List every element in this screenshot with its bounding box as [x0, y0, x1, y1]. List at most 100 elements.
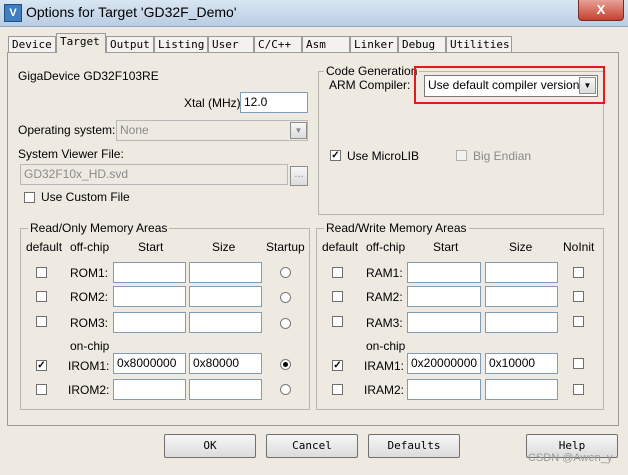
irom1-start-input[interactable]: 0x8000000 — [113, 353, 186, 374]
iram2-noinit-checkbox[interactable] — [573, 384, 584, 395]
ram2-start-input[interactable] — [407, 286, 481, 307]
watermark: CSDN @Awen_y — [528, 452, 613, 464]
irom1-label: IROM1: — [68, 359, 110, 373]
ram2-noinit-checkbox[interactable] — [573, 291, 584, 302]
iram1-default-checkbox[interactable]: ✓ — [332, 360, 343, 371]
iram2-start-input[interactable] — [407, 379, 481, 400]
irom2-start-input[interactable] — [113, 379, 186, 400]
tab-asm[interactable]: Asm — [302, 36, 350, 52]
use-microlib-label: Use MicroLIB — [347, 149, 420, 163]
os-label: Operating system: — [18, 123, 116, 137]
big-endian-label: Big Endian — [473, 149, 532, 163]
rom2-startup-radio[interactable] — [280, 292, 291, 303]
ram-header-size: Size — [509, 240, 533, 254]
irom2-startup-radio[interactable] — [280, 384, 291, 395]
close-button[interactable]: X — [578, 0, 624, 21]
iram1-size-input[interactable]: 0x10000 — [485, 353, 558, 374]
rom-onchip-label: on-chip — [70, 339, 110, 353]
ram-header-start: Start — [433, 240, 459, 254]
rom3-default-checkbox[interactable] — [36, 316, 47, 327]
rom1-size-input[interactable] — [189, 262, 262, 283]
ram3-noinit-checkbox[interactable] — [573, 316, 584, 327]
ram1-start-input[interactable] — [407, 262, 481, 283]
iram1-start-input[interactable]: 0x20000000 — [407, 353, 481, 374]
rom-header-start: Start — [138, 240, 164, 254]
iram1-noinit-checkbox[interactable] — [573, 358, 584, 369]
irom1-size-input[interactable]: 0x80000 — [189, 353, 262, 374]
ram3-label: RAM3: — [366, 316, 403, 330]
use-microlib-checkbox[interactable]: ✓ — [330, 150, 341, 161]
rom3-label: ROM3: — [70, 316, 109, 330]
rom-header-size: Size — [212, 240, 236, 254]
use-custom-file-label: Use Custom File — [41, 190, 130, 204]
rom3-start-input[interactable] — [113, 312, 186, 333]
rom-group-label: Read/Only Memory Areas — [28, 221, 170, 235]
svd-file-field[interactable]: GD32F10x_HD.svd — [20, 164, 288, 185]
ram-onchip-label: on-chip — [366, 339, 406, 353]
rom2-label: ROM2: — [70, 290, 109, 304]
iram2-default-checkbox[interactable] — [332, 384, 343, 395]
xtal-input[interactable]: 12.0 — [240, 92, 308, 113]
irom1-default-checkbox[interactable]: ✓ — [36, 360, 47, 371]
tab-listing[interactable]: Listing — [154, 36, 208, 52]
keil-app-icon: V — [4, 4, 22, 22]
rom1-label: ROM1: — [70, 266, 109, 280]
device-name: GigaDevice GD32F103RE — [18, 69, 159, 83]
rom2-default-checkbox[interactable] — [36, 291, 47, 302]
irom2-default-checkbox[interactable] — [36, 384, 47, 395]
ram3-default-checkbox[interactable] — [332, 316, 343, 327]
os-select-value: None — [120, 123, 149, 137]
xtal-label: Xtal (MHz): — [184, 96, 244, 110]
rom3-startup-radio[interactable] — [280, 318, 291, 329]
iram1-label: IRAM1: — [364, 359, 405, 373]
tab-debug[interactable]: Debug — [398, 36, 446, 52]
tab-linker[interactable]: Linker — [350, 36, 398, 52]
ram-header-offchip: off-chip — [366, 240, 406, 254]
big-endian-checkbox[interactable] — [456, 150, 467, 161]
ram1-noinit-checkbox[interactable] — [573, 267, 584, 278]
rom2-start-input[interactable] — [113, 286, 186, 307]
rom1-start-input[interactable] — [113, 262, 186, 283]
ram3-start-input[interactable] — [407, 312, 481, 333]
irom2-label: IROM2: — [68, 383, 110, 397]
os-dropdown-arrow-icon[interactable]: ▼ — [290, 122, 307, 139]
svd-browse-button[interactable]: ... — [290, 166, 308, 186]
ram3-size-input[interactable] — [485, 312, 558, 333]
ram2-size-input[interactable] — [485, 286, 558, 307]
iram2-size-input[interactable] — [485, 379, 558, 400]
tab-user[interactable]: User — [208, 36, 254, 52]
irom2-size-input[interactable] — [189, 379, 262, 400]
window-title: Options for Target 'GD32F_Demo' — [26, 4, 237, 20]
ram-header-noinit: NoInit — [563, 240, 595, 254]
rom3-size-input[interactable] — [189, 312, 262, 333]
tab-device[interactable]: Device — [8, 36, 56, 52]
defaults-button[interactable]: Defaults — [368, 434, 460, 458]
ram2-default-checkbox[interactable] — [332, 291, 343, 302]
tab-cpp[interactable]: C/C++ — [254, 36, 302, 52]
iram2-label: IRAM2: — [364, 383, 405, 397]
rom1-startup-radio[interactable] — [280, 267, 291, 278]
cancel-button[interactable]: Cancel — [266, 434, 358, 458]
ram2-label: RAM2: — [366, 290, 403, 304]
rom-header-startup: Startup — [266, 240, 305, 254]
ram-header-default: default — [322, 240, 359, 254]
tab-output[interactable]: Output — [106, 36, 154, 52]
code-generation-label: Code Generation — [324, 64, 420, 78]
rom-header-offchip: off-chip — [70, 240, 110, 254]
svd-label: System Viewer File: — [18, 147, 124, 161]
tab-target[interactable]: Target — [56, 33, 106, 53]
rom-header-default: default — [26, 240, 63, 254]
os-select[interactable]: None — [116, 120, 308, 141]
tab-utilities[interactable]: Utilities — [446, 36, 512, 52]
ok-button[interactable]: OK — [164, 434, 256, 458]
ram1-size-input[interactable] — [485, 262, 558, 283]
ram1-default-checkbox[interactable] — [332, 267, 343, 278]
highlight-annotation-box — [414, 66, 605, 104]
rom1-default-checkbox[interactable] — [36, 267, 47, 278]
ram1-label: RAM1: — [366, 266, 403, 280]
arm-compiler-label: ARM Compiler: — [329, 78, 411, 92]
rom2-size-input[interactable] — [189, 286, 262, 307]
ram-group-label: Read/Write Memory Areas — [324, 221, 469, 235]
irom1-startup-radio[interactable] — [280, 359, 291, 370]
use-custom-file-checkbox[interactable] — [24, 192, 35, 203]
